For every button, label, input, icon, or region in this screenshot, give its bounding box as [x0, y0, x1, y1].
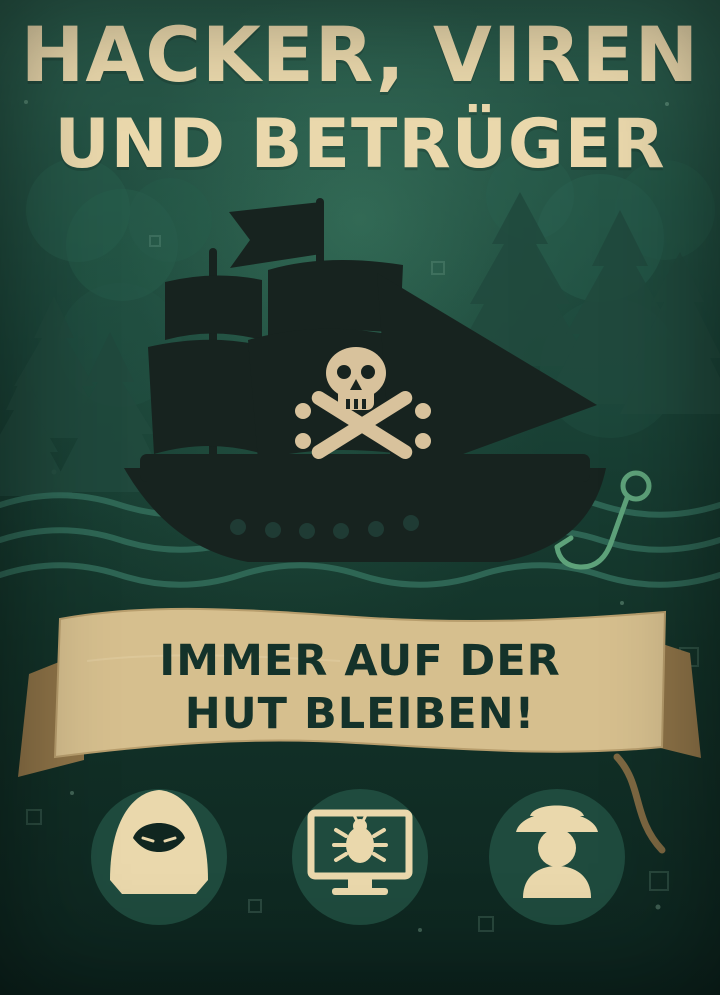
scammer-hat-icon	[489, 789, 625, 925]
computer-virus-icon	[292, 789, 428, 925]
banner-line-2: HUT BLEIBEN!	[184, 689, 536, 739]
hooded-hacker-icon	[91, 789, 227, 925]
poster: HACKER, VIREN UND BETRÜGER IMMER AUF DER…	[0, 0, 720, 995]
title-line-1: HACKER, VIREN	[20, 10, 700, 99]
banner-line-1: IMMER AUF DER	[159, 636, 561, 686]
title-line-2: UND BETRÜGER	[54, 105, 666, 184]
